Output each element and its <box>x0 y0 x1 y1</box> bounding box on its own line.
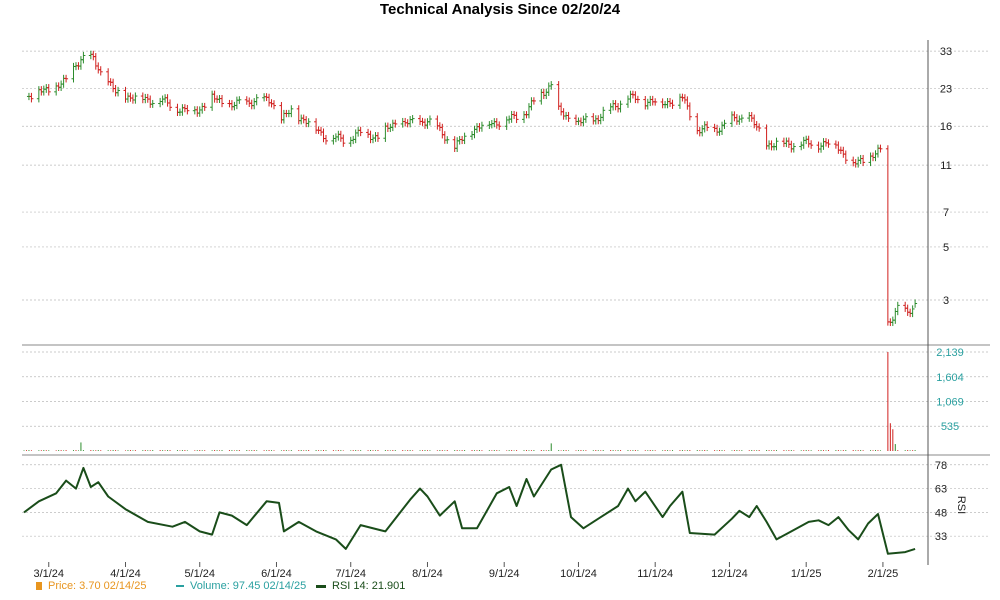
x-tick-label: 4/1/24 <box>110 568 141 580</box>
x-tick-label: 8/1/24 <box>412 568 443 580</box>
price-swatch-icon <box>36 582 42 591</box>
rsi-tick-label: 48 <box>935 507 947 519</box>
price-tick-label: 33 <box>940 46 952 58</box>
volume-bars <box>23 352 916 451</box>
x-tick-label: 5/1/24 <box>184 568 215 580</box>
rsi-line-group <box>23 463 916 555</box>
volume-tick-label: 2,139 <box>936 347 964 359</box>
volume-tick-label: 535 <box>941 421 959 433</box>
x-tick-label: 10/1/24 <box>560 568 597 580</box>
rsi-tick-label: 63 <box>935 484 947 496</box>
price-bars <box>26 50 918 327</box>
x-tick-label: 1/1/25 <box>791 568 822 580</box>
legend-rsi: RSI 14: 21.901 <box>316 580 405 592</box>
x-tick-label: 7/1/24 <box>335 568 366 580</box>
grid-layer <box>22 50 990 537</box>
legend-volume: Volume: 97.45 02/14/25 <box>176 580 306 592</box>
price-tick-label: 16 <box>940 121 952 133</box>
chart: 3 5 7 11 16 23 33 535 1,069 1,604 2,139 33 48 63 78 RSI… <box>22 40 990 580</box>
price-tick-label: 11 <box>940 160 951 172</box>
volume-tick-label: 1,604 <box>936 372 964 384</box>
rsi-tick-label: 33 <box>935 531 947 543</box>
rsi-tick-label: 78 <box>935 460 947 472</box>
x-tick-label: 6/1/24 <box>261 568 292 580</box>
rsi-swatch-icon <box>316 584 326 588</box>
x-tick-label: 3/1/24 <box>33 568 64 580</box>
x-tick-label: 11/1/24 <box>637 568 673 580</box>
rsi-axis-label: RSI <box>955 496 967 514</box>
axes: 3 5 7 11 16 23 33 535 1,069 1,604 2,139 33 48 63 78 RSI… <box>33 40 967 580</box>
x-tick-label: 12/1/24 <box>711 568 748 580</box>
rsi-line <box>23 463 916 555</box>
price-tick-label: 3 <box>943 295 949 307</box>
volume-tick-label: 1,069 <box>936 397 964 409</box>
volume-swatch-icon <box>176 585 184 588</box>
x-tick-label: 9/1/24 <box>489 568 520 580</box>
price-tick-label: 23 <box>940 84 952 96</box>
x-tick-label: 2/1/25 <box>868 568 899 580</box>
price-tick-label: 5 <box>943 242 949 254</box>
legend-price: Price: 3.70 02/14/25 <box>36 580 146 592</box>
price-tick-label: 7 <box>943 207 949 219</box>
